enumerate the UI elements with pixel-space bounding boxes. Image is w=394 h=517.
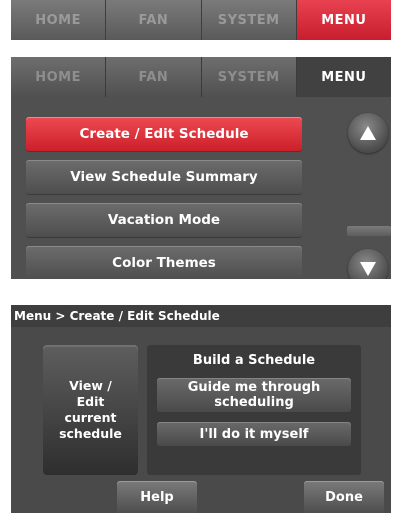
- create-edit-schedule-button[interactable]: Create / Edit Schedule: [26, 117, 302, 151]
- tab-system[interactable]: SYSTEM: [201, 57, 297, 97]
- view-schedule-summary-button[interactable]: View Schedule Summary: [26, 160, 302, 194]
- scroll-down-button[interactable]: [348, 249, 388, 279]
- build-schedule-title: Build a Schedule: [192, 353, 316, 368]
- tab-fan[interactable]: FAN: [106, 0, 202, 40]
- tab-home[interactable]: HOME: [11, 0, 107, 40]
- nav-tab-bar: HOME FAN SYSTEM MENU: [11, 0, 391, 40]
- scroll-position-indicator: [347, 226, 391, 236]
- menu-tab-bar: HOME FAN SYSTEM MENU: [11, 57, 391, 97]
- tab-home[interactable]: HOME: [11, 57, 107, 97]
- done-button[interactable]: Done: [304, 481, 384, 513]
- menu-screen: HOME FAN SYSTEM MENU Create / Edit Sched…: [11, 57, 391, 279]
- create-edit-schedule-screen: Menu > Create / Edit Schedule View / Edi…: [11, 305, 391, 513]
- color-themes-button[interactable]: Color Themes: [26, 246, 302, 279]
- do-it-myself-button[interactable]: I'll do it myself: [157, 422, 351, 446]
- guide-me-button[interactable]: Guide me through scheduling: [157, 378, 351, 412]
- down-triangle-icon: [360, 262, 376, 276]
- tab-menu[interactable]: MENU: [296, 57, 391, 97]
- help-button[interactable]: Help: [117, 481, 197, 513]
- scroll-up-button[interactable]: [348, 113, 388, 153]
- guide-me-label: Guide me through scheduling: [187, 380, 321, 410]
- tab-menu[interactable]: MENU: [296, 0, 391, 40]
- tab-fan[interactable]: FAN: [106, 57, 202, 97]
- view-edit-schedule-button[interactable]: View / Edit current schedule: [43, 345, 138, 475]
- view-edit-schedule-label: View / Edit current schedule: [59, 378, 122, 441]
- tab-system[interactable]: SYSTEM: [201, 0, 297, 40]
- up-triangle-icon: [360, 126, 376, 140]
- breadcrumb: Menu > Create / Edit Schedule: [11, 305, 391, 327]
- vacation-mode-button[interactable]: Vacation Mode: [26, 203, 302, 237]
